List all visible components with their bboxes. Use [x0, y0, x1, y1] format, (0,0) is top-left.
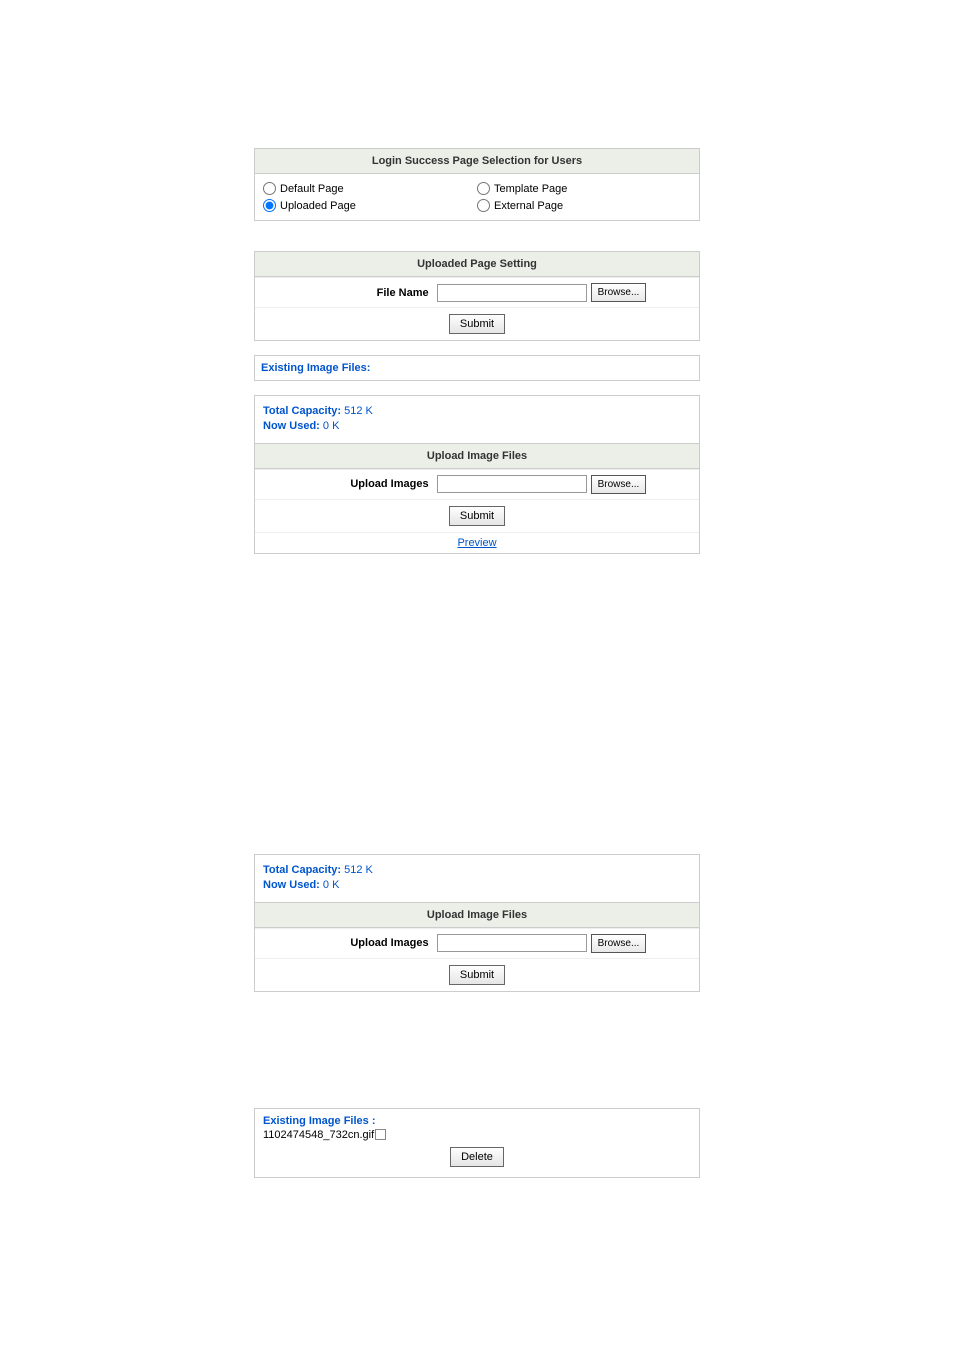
- file-name-label: File Name: [255, 287, 433, 299]
- preview-link[interactable]: Preview: [457, 537, 496, 549]
- upload-images-submit-button-1[interactable]: Submit: [449, 506, 505, 526]
- default-page-radio[interactable]: [263, 182, 276, 195]
- uploaded-page-setting-panel: Uploaded Page Setting File Name Browse..…: [254, 251, 700, 341]
- existing-file-name: 1102474548_732cn.gif: [263, 1129, 374, 1141]
- total-capacity-value-2: 512 K: [341, 864, 373, 876]
- file-name-input[interactable]: [437, 284, 587, 302]
- uploaded-page-radio[interactable]: [263, 199, 276, 212]
- total-capacity-label-2: Total Capacity:: [263, 864, 341, 876]
- upload-images-browse-button-1[interactable]: Browse...: [591, 475, 647, 494]
- upload-image-files-panel-1: Total Capacity: 512 K Now Used: 0 K Uplo…: [254, 395, 700, 554]
- now-used-label-1: Now Used:: [263, 420, 320, 432]
- file-name-browse-button[interactable]: Browse...: [591, 283, 647, 302]
- uploaded-page-setting-header: Uploaded Page Setting: [255, 252, 699, 277]
- template-page-radio[interactable]: [477, 182, 490, 195]
- delete-button[interactable]: Delete: [450, 1147, 504, 1167]
- upload-images-label-2: Upload Images: [255, 937, 433, 949]
- default-page-label: Default Page: [280, 183, 344, 195]
- existing-file-checkbox[interactable]: [375, 1129, 386, 1140]
- existing-image-files-header-1: Existing Image Files:: [261, 362, 370, 374]
- upload-image-files-header-1: Upload Image Files: [255, 443, 699, 469]
- upload-image-files-panel-2: Total Capacity: 512 K Now Used: 0 K Uplo…: [254, 854, 700, 992]
- upload-images-submit-button-2[interactable]: Submit: [449, 965, 505, 985]
- existing-image-files-header-2: Existing Image Files :: [263, 1115, 691, 1127]
- login-success-panel: Login Success Page Selection for Users D…: [254, 148, 700, 221]
- template-page-label: Template Page: [494, 183, 567, 195]
- now-used-label-2: Now Used:: [263, 879, 320, 891]
- external-page-label: External Page: [494, 200, 563, 212]
- uploaded-page-submit-button[interactable]: Submit: [449, 314, 505, 334]
- uploaded-page-label: Uploaded Page: [280, 200, 356, 212]
- existing-image-files-panel-2: Existing Image Files : 1102474548_732cn.…: [254, 1108, 700, 1178]
- upload-images-browse-button-2[interactable]: Browse...: [591, 934, 647, 953]
- external-page-radio[interactable]: [477, 199, 490, 212]
- existing-image-files-panel-1: Existing Image Files:: [254, 355, 700, 381]
- upload-image-files-header-2: Upload Image Files: [255, 902, 699, 928]
- login-success-header: Login Success Page Selection for Users: [255, 149, 699, 174]
- total-capacity-value-1: 512 K: [341, 405, 373, 417]
- upload-images-label-1: Upload Images: [255, 478, 433, 490]
- total-capacity-label-1: Total Capacity:: [263, 405, 341, 417]
- upload-images-input-2[interactable]: [437, 934, 587, 952]
- now-used-value-2: 0 K: [320, 879, 340, 891]
- now-used-value-1: 0 K: [320, 420, 340, 432]
- upload-images-input-1[interactable]: [437, 475, 587, 493]
